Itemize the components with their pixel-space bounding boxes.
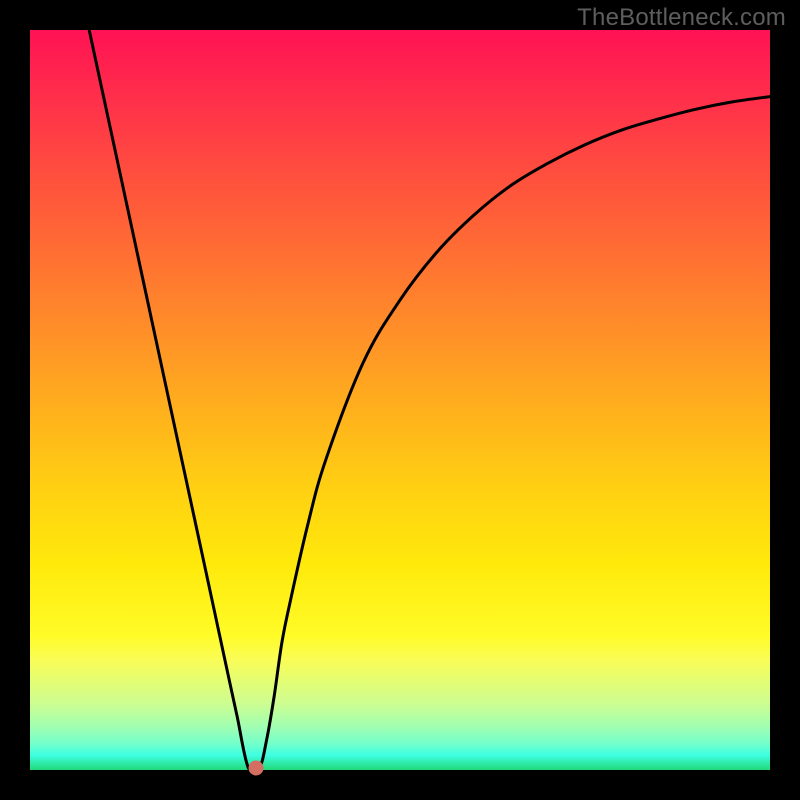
watermark-text: TheBottleneck.com <box>577 4 786 32</box>
curve-svg <box>30 30 770 770</box>
plot-area <box>30 30 770 770</box>
chart-frame: TheBottleneck.com <box>0 0 800 800</box>
bottleneck-curve <box>89 30 770 773</box>
minimum-marker <box>248 760 263 775</box>
